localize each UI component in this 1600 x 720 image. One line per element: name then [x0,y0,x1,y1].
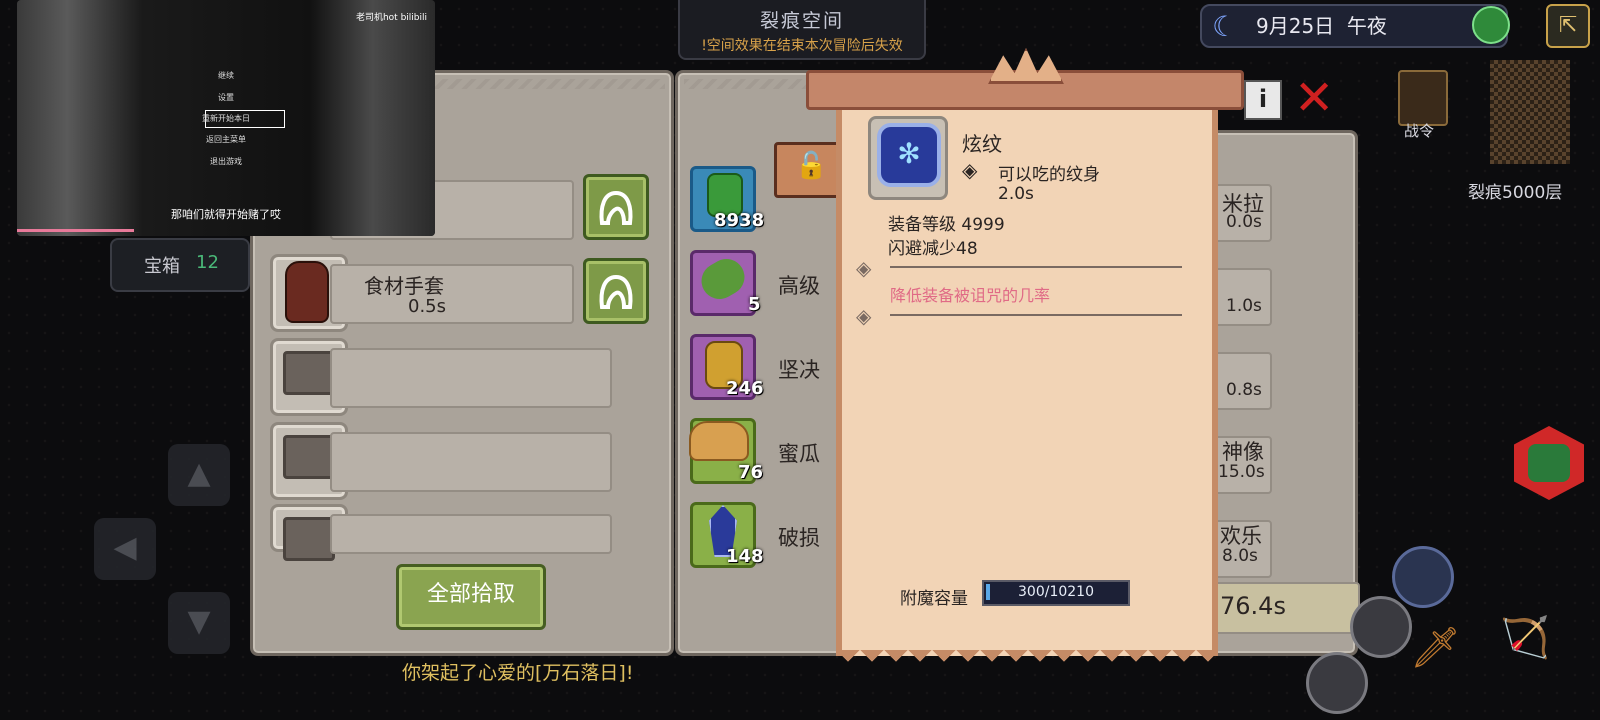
material-count: 5 [748,294,761,315]
material-count: 148 [726,546,764,567]
diamond-icon: ◈ [962,158,978,182]
rift-space-title: 裂痕空间 [759,10,844,32]
video-subtitle: 那咱们就得开始赌了哎 [171,208,281,221]
item-title: 炫纹 [962,132,1002,156]
video-menu-item: 继续 [218,71,234,80]
capacity-label: 附魔容量 [900,589,968,609]
item-time: 0.5s [408,296,447,317]
material-count: 76 [738,462,764,483]
time-of-day-label: 午夜 [1346,14,1387,38]
date-time-label: 9月25日 午夜 [1256,10,1387,39]
equipment-level: 装备等级 4999 [888,215,1005,235]
swap-icon[interactable] [1306,652,1368,714]
video-menu-item: 设置 [218,93,234,102]
dpad-left[interactable]: ◀ [94,518,156,580]
chest-label: 宝箱 [144,256,180,277]
material-slot[interactable] [690,250,756,316]
empty-row [330,432,612,492]
video-menu-item: 退出游戏 [210,157,242,166]
item-name: 食材手套 [364,274,444,298]
exit-button[interactable]: ⇱ [1546,4,1590,48]
material-name: 高级 [778,274,820,298]
grab-button[interactable] [583,258,649,324]
empty-row [330,514,612,554]
enchant-slot-icon: ◈ [856,304,872,328]
divider [890,266,1182,268]
search-icon[interactable] [1350,596,1412,658]
bow-icon[interactable]: 🏹 [1500,614,1550,661]
tooltip-scroll-bottom [836,650,1218,674]
dpad-down[interactable]: ▼ [168,592,230,654]
pick-all-button[interactable]: 全部拾取 [396,564,546,630]
scroll-icon [694,252,752,306]
green-gem-icon [1528,444,1570,482]
item-icon-frame: ✻ [868,116,948,200]
video-watermark: 老司机hot bilibili [355,13,427,23]
enchant-text: 降低装备被诅咒的几率 [890,286,1051,305]
dpad-up[interactable]: ▲ [168,444,230,506]
enchant-slot-icon: ◈ [856,256,872,280]
reward-time: 15.0s [1218,462,1265,482]
rift-space-banner: 裂痕空间 !空间效果在结束本次冒险后失效 [678,0,926,60]
network-globe-icon[interactable] [1472,6,1510,44]
video-progress[interactable] [17,229,134,232]
glove-icon [285,261,329,323]
close-icon[interactable]: ✕ [1294,74,1334,122]
item-stat: 闪避减少48 [888,239,978,259]
video-menu-item: 返回主菜单 [206,135,246,144]
item-time: 2.0s [998,184,1034,204]
capacity-value: 300/10210 [1018,584,1094,600]
reward-time: 0.8s [1226,380,1262,400]
reward-time: 0.0s [1226,212,1262,232]
material-name: 破损 [778,526,820,550]
lock-icon: 🔓 [795,151,828,181]
video-menu-item: 重新开始本日 [202,114,250,123]
warband-label: 战令 [1404,122,1435,140]
moon-icon: ☾ [1212,10,1238,43]
capacity-bar: 300/10210 [982,580,1130,606]
minimap[interactable] [1490,60,1570,164]
warband-icon-box[interactable] [1398,70,1448,126]
sword-icon[interactable]: 🗡 [1410,624,1461,671]
grab-button[interactable] [583,174,649,240]
material-count: 8938 [714,210,765,231]
rift-space-note: !空间效果在结束本次冒险后失效 [701,38,903,54]
item-type: 可以吃的纹身 [998,165,1100,185]
chest-count: 12 [196,252,219,273]
date-label: 9月25日 [1256,14,1335,38]
chat-message: 你架起了心爱的[万石落日]! [402,662,634,684]
material-name: 蜜瓜 [778,442,820,466]
chest-counter[interactable]: 宝箱 12 [110,238,250,292]
material-count: 246 [726,378,764,399]
divider [890,314,1182,316]
info-button[interactable]: i [1244,80,1282,120]
skill-button[interactable] [1392,546,1454,608]
empty-row [330,348,612,408]
material-name: 坚决 [778,358,820,382]
video-overlay[interactable]: 老司机hot bilibili 继续 设置 重新开始本日 返回主菜单 退出游戏 … [17,0,435,236]
snowflake-gem-icon: ✻ [877,123,941,187]
total-time: 76.4s [1220,592,1286,620]
rift-floor-label: 裂痕5000层 [1468,183,1563,203]
melon-pie-icon [689,421,749,461]
reward-time: 1.0s [1226,296,1262,316]
reward-time: 8.0s [1222,546,1258,566]
total-time-box: 76.4s [1210,582,1360,634]
